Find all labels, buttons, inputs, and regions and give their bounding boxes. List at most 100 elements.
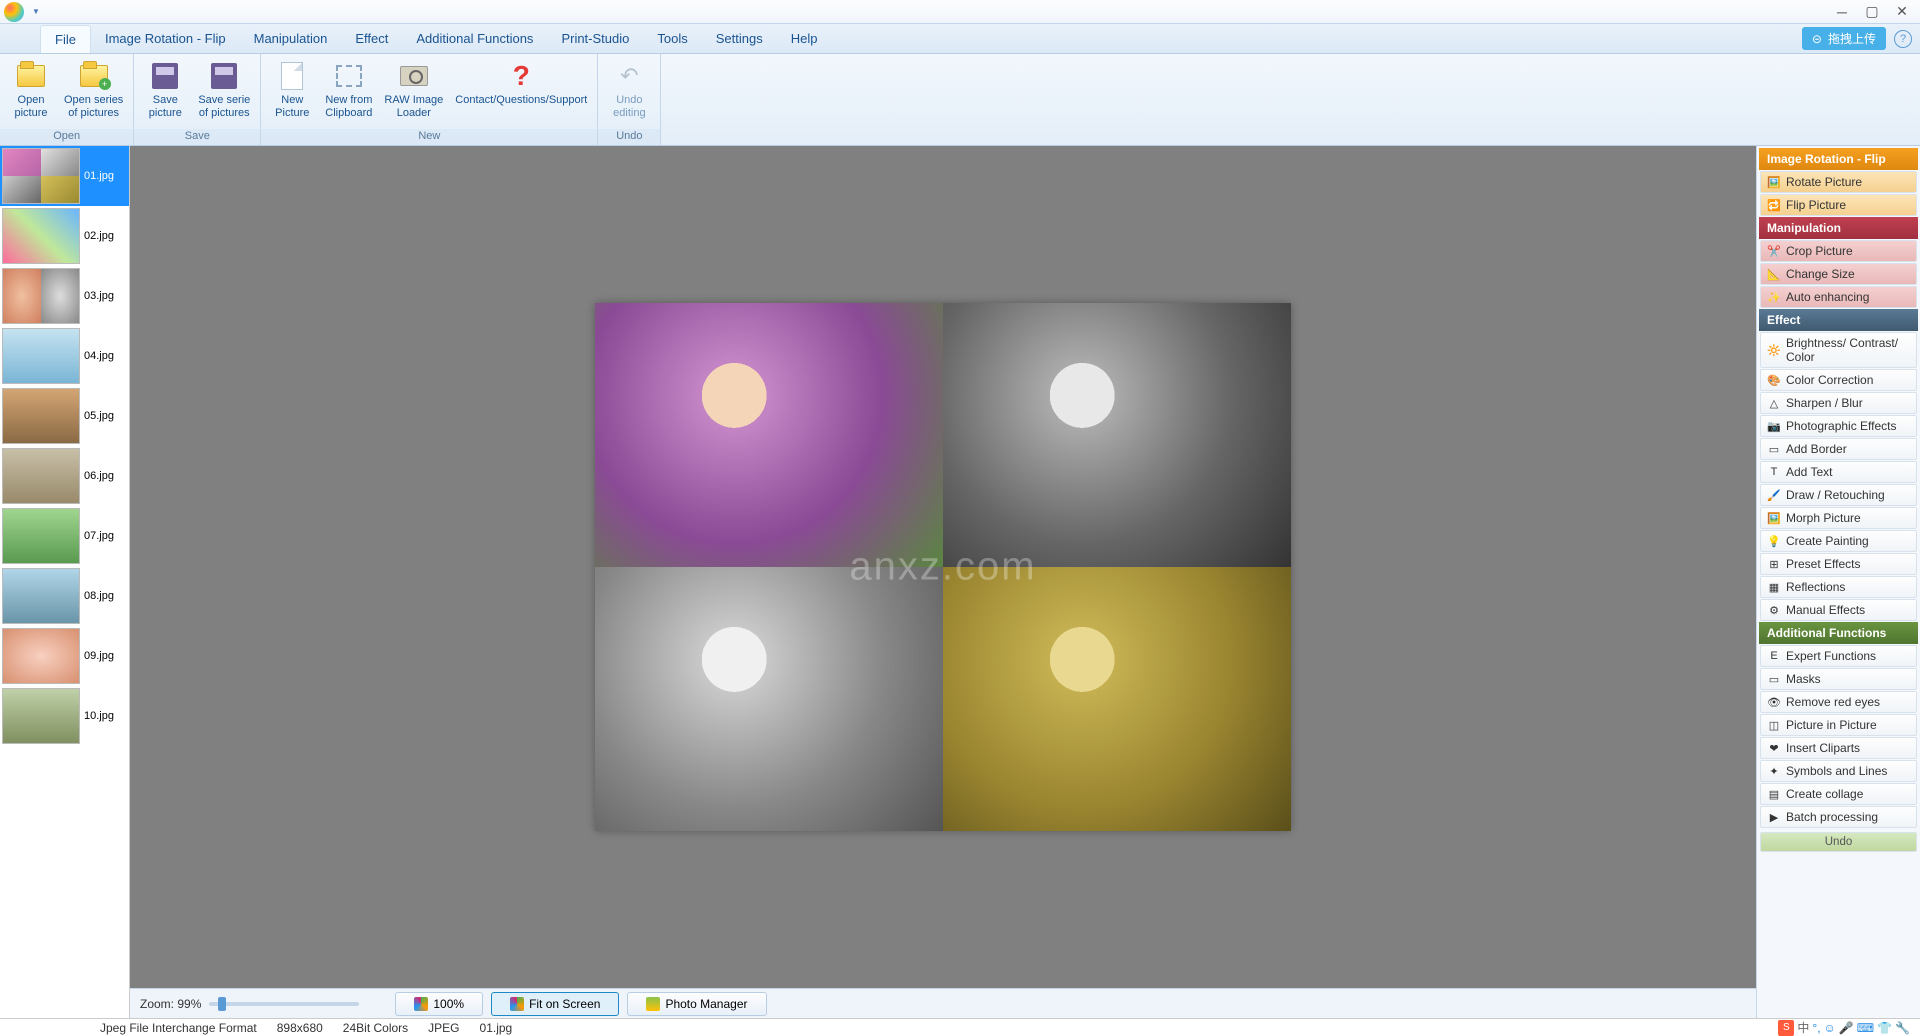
thumbnail-item[interactable]: 10.jpg xyxy=(0,686,129,746)
thumbnail-image xyxy=(2,628,80,684)
thumbnail-item[interactable]: 04.jpg xyxy=(0,326,129,386)
sidepanel-item-batch-processing[interactable]: ▶Batch processing xyxy=(1760,806,1917,828)
sidepanel-item-label: Create Painting xyxy=(1786,534,1869,548)
titlebar: ▼ ─ ▢ ✕ xyxy=(0,0,1920,24)
close-button[interactable]: ✕ xyxy=(1896,6,1908,18)
ribbon-btn-contact-questions-support[interactable]: ?Contact/Questions/Support xyxy=(449,56,593,127)
zoom-100-label: 100% xyxy=(433,997,464,1011)
qat-dropdown-icon[interactable]: ▼ xyxy=(30,5,42,18)
ribbon-btn-new-from-clipboard[interactable]: New from Clipboard xyxy=(319,56,378,127)
sidepanel-item-brightness-contrast-color[interactable]: 🔆Brightness/ Contrast/ Color xyxy=(1760,332,1917,368)
upload-pill[interactable]: ⊝拖拽上传 xyxy=(1802,27,1886,50)
sidepanel-item-label: Insert Cliparts xyxy=(1786,741,1860,755)
sidepanel-item-icon: ▦ xyxy=(1767,580,1781,594)
photo-manager-icon xyxy=(646,997,660,1011)
menu-effect[interactable]: Effect xyxy=(341,25,402,52)
thumbnail-item[interactable]: 03.jpg xyxy=(0,266,129,326)
fit-screen-icon xyxy=(510,997,524,1011)
thumbnail-label: 07.jpg xyxy=(82,530,114,542)
sidepanel-item-add-text[interactable]: TAdd Text xyxy=(1760,461,1917,483)
tray-mic-icon[interactable]: 🎤 xyxy=(1839,1021,1854,1035)
sidepanel-item-insert-cliparts[interactable]: ❤Insert Cliparts xyxy=(1760,737,1917,759)
zoom-slider[interactable] xyxy=(209,1002,359,1006)
ribbon-btn-label: Contact/Questions/Support xyxy=(455,94,587,107)
ribbon-btn-open-series-of-pictures[interactable]: +Open series of pictures xyxy=(58,56,129,127)
camera-icon xyxy=(398,60,430,92)
ribbon-btn-raw-image-loader[interactable]: RAW Image Loader xyxy=(378,56,449,127)
thumbnail-item[interactable]: 06.jpg xyxy=(0,446,129,506)
thumbnail-item[interactable]: 08.jpg xyxy=(0,566,129,626)
sidepanel-item-preset-effects[interactable]: ⊞Preset Effects xyxy=(1760,553,1917,575)
maximize-button[interactable]: ▢ xyxy=(1866,6,1878,18)
menu-file[interactable]: File xyxy=(40,25,91,53)
zoom-100-button[interactable]: 100% xyxy=(395,992,483,1016)
thumbnail-item[interactable]: 07.jpg xyxy=(0,506,129,566)
help-icon[interactable]: ? xyxy=(1894,30,1912,48)
ribbon-group-open: Open picture+Open series of pictures Open xyxy=(0,54,134,145)
sidepanel-item-label: Picture in Picture xyxy=(1786,718,1877,732)
sidepanel-item-symbols-and-lines[interactable]: ✦Symbols and Lines xyxy=(1760,760,1917,782)
sidepanel-item-change-size[interactable]: 📐Change Size xyxy=(1760,263,1917,285)
photo-manager-button[interactable]: Photo Manager xyxy=(627,992,766,1016)
sidepanel-item-morph-picture[interactable]: 🖼️Morph Picture xyxy=(1760,507,1917,529)
sidepanel-item-manual-effects[interactable]: ⚙Manual Effects xyxy=(1760,599,1917,621)
sidepanel-item-add-border[interactable]: ▭ Add Border xyxy=(1760,438,1917,460)
sidepanel-item-icon: ▭ xyxy=(1767,442,1781,456)
sidepanel-item-icon: 📷 xyxy=(1767,419,1781,433)
zoom-slider-thumb[interactable] xyxy=(218,997,226,1011)
thumbnail-item[interactable]: 05.jpg xyxy=(0,386,129,446)
sidepanel-item-masks[interactable]: ▭Masks xyxy=(1760,668,1917,690)
ribbon-group-label: Open xyxy=(0,129,133,145)
ribbon-btn-save-serie-of-pictures[interactable]: Save serie of pictures xyxy=(192,56,256,127)
ribbon-btn-new-picture[interactable]: New Picture xyxy=(265,56,319,127)
thumbnail-label: 05.jpg xyxy=(82,410,114,422)
sidepanel-item-sharpen-blur[interactable]: △Sharpen / Blur xyxy=(1760,392,1917,414)
tray-tool-icon[interactable]: 🔧 xyxy=(1895,1021,1910,1035)
tray-smile-icon[interactable]: ☺ xyxy=(1824,1021,1836,1035)
sidepanel-item-create-painting[interactable]: 💡Create Painting xyxy=(1760,530,1917,552)
tray-keyboard-icon[interactable]: ⌨ xyxy=(1857,1021,1874,1035)
thumbnail-item[interactable]: 01.jpg xyxy=(0,146,129,206)
sidepanel-item-icon: 🎨 xyxy=(1767,373,1781,387)
sidepanel-item-remove-red-eyes[interactable]: 👁Remove red eyes xyxy=(1760,691,1917,713)
sidepanel-item-draw-retouching[interactable]: 🖌️Draw / Retouching xyxy=(1760,484,1917,506)
menu-settings[interactable]: Settings xyxy=(702,25,777,52)
sidepanel-item-auto-enhancing[interactable]: ✨Auto enhancing xyxy=(1760,286,1917,308)
ribbon-btn-label: Undo editing xyxy=(613,94,645,120)
ribbon-btn-save-picture[interactable]: Save picture xyxy=(138,56,192,127)
sidepanel-item-picture-in-picture[interactable]: ◫Picture in Picture xyxy=(1760,714,1917,736)
sidepanel-item-label: Add Border xyxy=(1786,442,1847,456)
sidepanel-item-icon: 🔁 xyxy=(1767,198,1781,212)
menu-image-rotation-flip[interactable]: Image Rotation - Flip xyxy=(91,25,240,52)
minimize-button[interactable]: ─ xyxy=(1836,6,1848,18)
thumbnail-item[interactable]: 02.jpg xyxy=(0,206,129,266)
menu-additional-functions[interactable]: Additional Functions xyxy=(402,25,547,52)
thumbnail-image xyxy=(2,268,80,324)
sidepanel-item-color-correction[interactable]: 🎨Color Correction xyxy=(1760,369,1917,391)
menu-tools[interactable]: Tools xyxy=(643,25,701,52)
sidepanel-item-icon: 🖼️ xyxy=(1767,175,1781,189)
zoom-100-icon xyxy=(414,997,428,1011)
sidepanel-item-expert-functions[interactable]: EExpert Functions xyxy=(1760,645,1917,667)
sidepanel-item-reflections[interactable]: ▦Reflections xyxy=(1760,576,1917,598)
menu-help[interactable]: Help xyxy=(777,25,832,52)
sidepanel-item-photographic-effects[interactable]: 📷Photographic Effects xyxy=(1760,415,1917,437)
thumbnail-image xyxy=(2,208,80,264)
fit-on-screen-button[interactable]: Fit on Screen xyxy=(491,992,619,1016)
tray-shirt-icon[interactable]: 👕 xyxy=(1877,1021,1892,1035)
ribbon-btn-open-picture[interactable]: Open picture xyxy=(4,56,58,127)
sidepanel-item-label: Sharpen / Blur xyxy=(1786,396,1863,410)
menu-print-studio[interactable]: Print-Studio xyxy=(547,25,643,52)
sidepanel-item-label: Batch processing xyxy=(1786,810,1878,824)
sidepanel-item-flip-picture[interactable]: 🔁Flip Picture xyxy=(1760,194,1917,216)
tray-punct-icon[interactable]: °, xyxy=(1812,1021,1820,1035)
thumbnail-item[interactable]: 09.jpg xyxy=(0,626,129,686)
status-colors: 24Bit Colors xyxy=(343,1021,408,1035)
sidepanel-item-create-collage[interactable]: ▤Create collage xyxy=(1760,783,1917,805)
ime-icon[interactable]: S xyxy=(1778,1020,1794,1036)
sidepanel-item-rotate-picture[interactable]: 🖼️Rotate Picture xyxy=(1760,171,1917,193)
canvas-viewport[interactable]: anxz.com xyxy=(130,146,1756,988)
sidepanel-item-icon: ✦ xyxy=(1767,764,1781,778)
menu-manipulation[interactable]: Manipulation xyxy=(240,25,342,52)
sidepanel-item-crop-picture[interactable]: ✂️Crop Picture xyxy=(1760,240,1917,262)
